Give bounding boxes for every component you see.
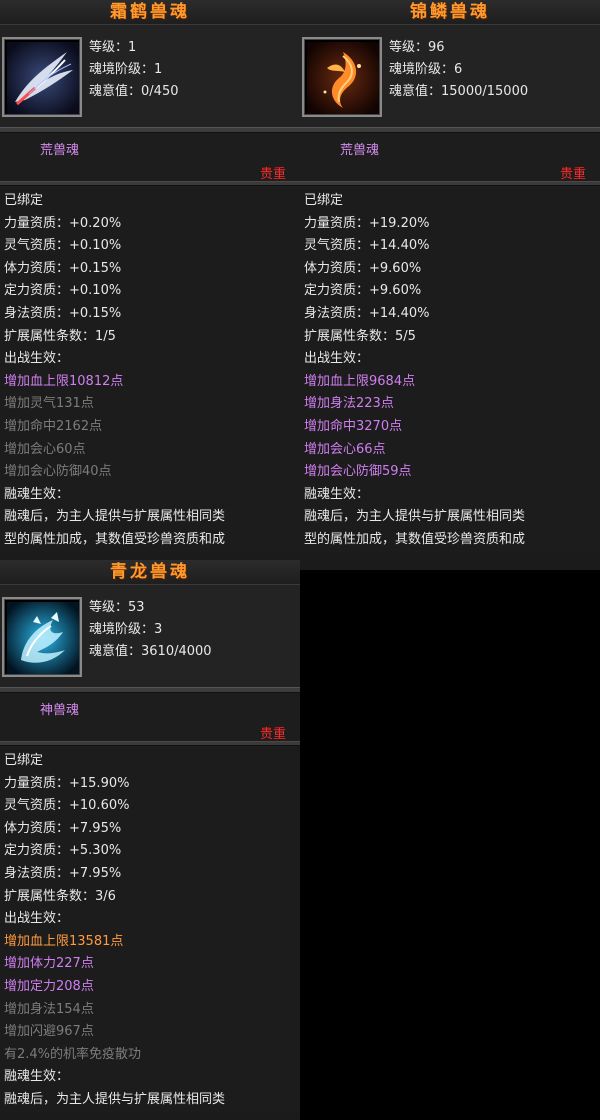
card-title: 霜鹤兽魂 <box>0 0 300 25</box>
tier-label: 魂境阶级： <box>89 622 155 637</box>
attribute-line: 力量资质：+19.20% <box>304 215 430 231</box>
effect-line: 增加体力227点 <box>4 956 94 972</box>
effect-line: 增加血上限10812点 <box>4 373 124 389</box>
type-row: 荒兽魂 贵重 <box>300 133 600 182</box>
card-body: 已绑定 力量资质：+19.20% 灵气资质：+14.40% 体力资质：+9.60… <box>300 186 600 552</box>
effect-line: 增加会心防御40点 <box>4 464 112 480</box>
soul-value: 3610/4000 <box>141 644 212 659</box>
attribute-line: 体力资质：+9.60% <box>304 260 422 276</box>
card-title: 青龙兽魂 <box>0 560 300 585</box>
card-body: 已绑定 力量资质：+0.20% 灵气资质：+0.10% 体力资质：+0.15% … <box>0 186 300 552</box>
attribute-line: 定力资质：+5.30% <box>4 843 122 859</box>
fusion-text: 融魂后，为主人提供与扩展属性相同类 <box>4 1091 226 1107</box>
soul-label: 魂意值： <box>389 84 442 99</box>
tier-value: 1 <box>154 62 163 77</box>
soul-type: 荒兽魂 <box>40 143 80 158</box>
effect-line: 有2.4%的机率免疫散功 <box>4 1046 142 1062</box>
effect-line: 增加闪避967点 <box>4 1024 94 1040</box>
quality-label: 贵重 <box>259 727 286 742</box>
tier-value: 6 <box>454 62 463 77</box>
attribute-line: 灵气资质：+10.60% <box>4 798 130 814</box>
effect-line: 增加会心66点 <box>304 441 386 457</box>
battle-label: 出战生效： <box>4 911 70 927</box>
crane-wing-icon[interactable] <box>2 37 82 117</box>
attribute-line: 扩展属性条数：3/6 <box>4 888 116 904</box>
type-row: 神兽魂 贵重 <box>0 693 300 742</box>
type-row: 荒兽魂 贵重 <box>0 133 300 182</box>
attribute-line: 体力资质：+0.15% <box>4 260 122 276</box>
quality-label: 贵重 <box>259 167 286 182</box>
attribute-line: 体力资质：+7.95% <box>4 820 122 836</box>
level-label: 等级： <box>389 40 429 55</box>
effect-line: 增加会心防御59点 <box>304 464 412 480</box>
effect-line: 增加灵气131点 <box>4 396 94 412</box>
soul-value: 0/450 <box>141 84 179 99</box>
level-label: 等级： <box>89 40 129 55</box>
bound-status: 已绑定 <box>4 753 44 768</box>
fusion-label: 融魂生效： <box>4 486 70 502</box>
soul-card-frost-crane: 霜鹤兽魂 等级：1 魂境阶级：1 魂意值：0/450 荒兽魂 贵重 已绑定 力量… <box>0 0 300 570</box>
soul-label: 魂意值： <box>89 84 142 99</box>
soul-card-azure-dragon: 青龙兽魂 等级：53 魂境阶级：3 魂意值：3610/4000 神兽魂 贵重 已… <box>0 560 300 1120</box>
soul-card-brocade-scale: 锦鳞兽魂 等级：96 魂境阶级：6 魂意值：15000/15000 荒兽魂 贵重… <box>300 0 600 570</box>
effect-line: 增加命中2162点 <box>4 418 103 434</box>
attribute-line: 身法资质：+14.40% <box>304 305 430 321</box>
attribute-line: 定力资质：+0.10% <box>4 283 122 299</box>
fusion-text: 型的属性加成，其数值受珍兽资质和成 <box>304 531 526 547</box>
level-value: 96 <box>428 40 445 55</box>
effect-line: 增加会心60点 <box>4 441 86 457</box>
card-header: 等级：53 魂境阶级：3 魂意值：3610/4000 <box>0 585 300 687</box>
blue-dragon-icon[interactable] <box>2 597 82 677</box>
battle-label: 出战生效： <box>4 351 70 367</box>
soul-stats: 等级：96 魂境阶级：6 魂意值：15000/15000 <box>389 37 528 103</box>
attribute-line: 定力资质：+9.60% <box>304 283 422 299</box>
soul-type: 荒兽魂 <box>340 143 380 158</box>
card-header: 等级：1 魂境阶级：1 魂意值：0/450 <box>0 25 300 127</box>
fusion-label: 融魂生效： <box>4 1069 70 1085</box>
card-header: 等级：96 魂境阶级：6 魂意值：15000/15000 <box>300 25 600 127</box>
fire-fish-icon[interactable] <box>302 37 382 117</box>
fusion-text: 融魂后，为主人提供与扩展属性相同类 <box>4 509 226 525</box>
effect-line: 增加血上限13581点 <box>4 933 124 949</box>
tier-label: 魂境阶级： <box>89 62 155 77</box>
effect-line: 增加身法154点 <box>4 1001 94 1017</box>
soul-stats: 等级：1 魂境阶级：1 魂意值：0/450 <box>89 37 178 103</box>
soul-type: 神兽魂 <box>40 703 80 718</box>
fusion-label: 融魂生效： <box>304 486 370 502</box>
card-title: 锦鳞兽魂 <box>300 0 600 25</box>
bound-status: 已绑定 <box>4 193 44 208</box>
attribute-line: 扩展属性条数：5/5 <box>304 328 416 344</box>
tier-value: 3 <box>154 622 163 637</box>
fusion-text: 融魂后，为主人提供与扩展属性相同类 <box>304 509 526 525</box>
level-value: 53 <box>128 600 145 615</box>
bound-status: 已绑定 <box>304 193 344 208</box>
attribute-line: 扩展属性条数：1/5 <box>4 328 116 344</box>
effect-line: 增加命中3270点 <box>304 418 403 434</box>
tier-label: 魂境阶级： <box>389 62 455 77</box>
level-label: 等级： <box>89 600 129 615</box>
attribute-line: 身法资质：+0.15% <box>4 305 122 321</box>
level-value: 1 <box>128 40 137 55</box>
attribute-line: 灵气资质：+14.40% <box>304 238 430 254</box>
fusion-text: 型的属性加成，其数值受珍兽资质和成 <box>4 531 226 547</box>
attribute-line: 力量资质：+15.90% <box>4 775 130 791</box>
effect-line: 增加血上限9684点 <box>304 373 416 389</box>
soul-label: 魂意值： <box>89 644 142 659</box>
card-body: 已绑定 力量资质：+15.90% 灵气资质：+10.60% 体力资质：+7.95… <box>0 746 300 1112</box>
quality-label: 贵重 <box>559 167 586 182</box>
attribute-line: 力量资质：+0.20% <box>4 215 122 231</box>
attribute-line: 身法资质：+7.95% <box>4 865 122 881</box>
soul-value: 15000/15000 <box>441 84 529 99</box>
effect-line: 增加定力208点 <box>4 978 94 994</box>
effect-line: 增加身法223点 <box>304 396 394 412</box>
attribute-line: 灵气资质：+0.10% <box>4 238 122 254</box>
soul-stats: 等级：53 魂境阶级：3 魂意值：3610/4000 <box>89 597 212 663</box>
battle-label: 出战生效： <box>304 351 370 367</box>
